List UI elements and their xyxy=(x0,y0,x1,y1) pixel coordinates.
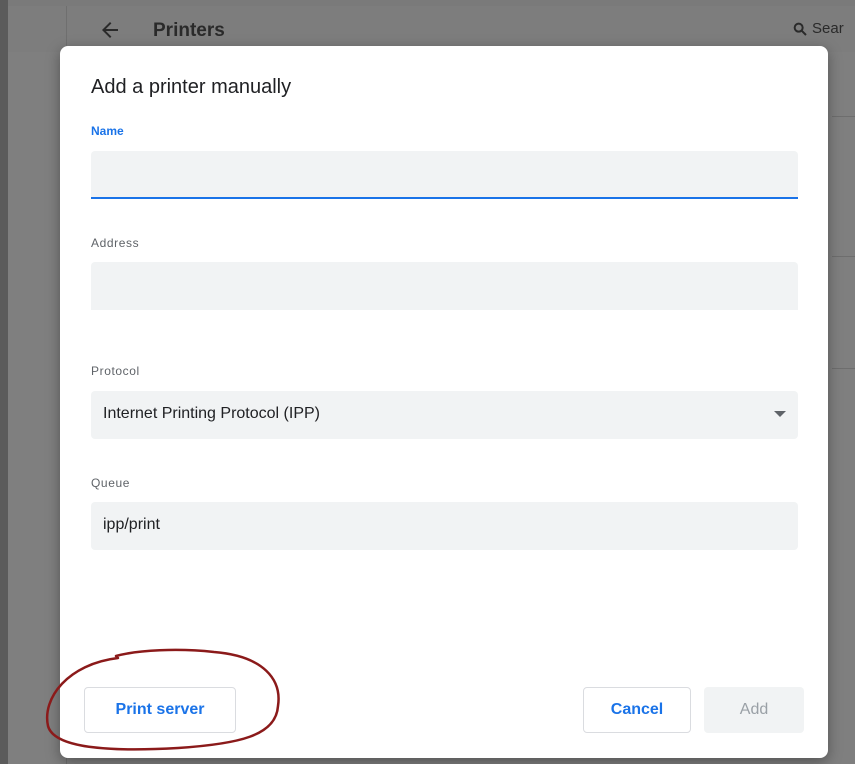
address-input[interactable] xyxy=(91,262,798,310)
dropdown-arrow-icon xyxy=(774,411,786,417)
queue-input[interactable]: ipp/print xyxy=(91,502,798,550)
search-icon xyxy=(793,22,807,36)
add-printer-dialog: Add a printer manually Name Address Prot… xyxy=(60,46,828,758)
add-button[interactable]: Add xyxy=(704,687,804,733)
protocol-value: Internet Printing Protocol (IPP) xyxy=(103,405,320,422)
cancel-button[interactable]: Cancel xyxy=(583,687,691,733)
address-label: Address xyxy=(91,236,140,250)
page-title: Printers xyxy=(153,20,225,41)
protocol-select[interactable]: Internet Printing Protocol (IPP) xyxy=(91,391,798,439)
protocol-label: Protocol xyxy=(91,364,140,378)
print-server-button[interactable]: Print server xyxy=(84,687,236,733)
back-arrow-icon[interactable] xyxy=(98,18,122,42)
dialog-title: Add a printer manually xyxy=(91,76,292,98)
background-divider xyxy=(832,116,855,117)
left-edge-strip xyxy=(0,0,8,764)
background-divider xyxy=(832,368,855,369)
queue-value: ipp/print xyxy=(103,516,160,533)
background-divider xyxy=(832,256,855,257)
search-box[interactable]: Sear xyxy=(792,20,844,37)
search-placeholder: Sear xyxy=(812,20,844,37)
name-label: Name xyxy=(91,124,124,138)
name-input[interactable] xyxy=(91,151,798,199)
queue-label: Queue xyxy=(91,476,131,490)
